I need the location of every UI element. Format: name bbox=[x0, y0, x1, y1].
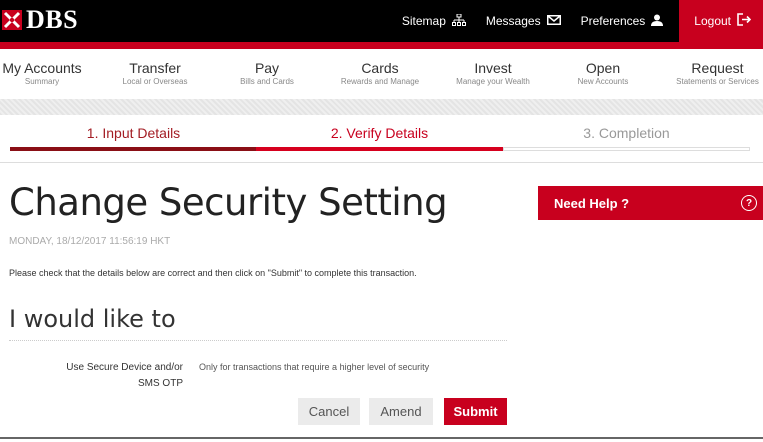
sitemap-link[interactable]: Sitemap bbox=[392, 0, 476, 42]
nav-item-invest[interactable]: Invest Manage your Wealth bbox=[452, 49, 534, 99]
step-bar bbox=[10, 147, 257, 151]
nav-item-request[interactable]: Request Statements or Services bbox=[672, 49, 763, 99]
nav-subtitle: Local or Overseas bbox=[122, 77, 188, 86]
nav-subtitle: Statements or Services bbox=[676, 77, 759, 86]
logout-label: Logout bbox=[694, 14, 731, 28]
instruction-text: Please check that the details below are … bbox=[9, 268, 417, 278]
nav-title: Open bbox=[585, 60, 621, 76]
nav-title: Cards bbox=[361, 60, 399, 76]
main-nav: My Accounts Summary Transfer Local or Ov… bbox=[0, 49, 763, 99]
nav-title: Transfer bbox=[129, 60, 181, 76]
nav-subtitle: New Accounts bbox=[577, 77, 629, 86]
question-circle-icon: ? bbox=[741, 195, 757, 211]
step-label: 1. Input Details bbox=[86, 125, 181, 141]
dbs-logo-mark-icon bbox=[2, 10, 22, 30]
nav-item-cards[interactable]: Cards Rewards and Manage bbox=[308, 49, 452, 99]
step-label: 3. Completion bbox=[583, 125, 670, 141]
step-verify-details: 2. Verify Details bbox=[256, 118, 503, 154]
nav-title: Pay bbox=[254, 60, 280, 76]
nav-title: My Accounts bbox=[2, 60, 82, 76]
footer-divider bbox=[0, 437, 763, 439]
progress-steps: 1. Input Details 2. Verify Details 3. Co… bbox=[10, 118, 750, 154]
page-title: Change Security Setting bbox=[9, 181, 448, 224]
nav-item-pay[interactable]: Pay Bills and Cards bbox=[226, 49, 308, 99]
nav-item-transfer[interactable]: Transfer Local or Overseas bbox=[84, 49, 226, 99]
messages-link[interactable]: Messages bbox=[476, 0, 571, 42]
decorative-stripe bbox=[0, 99, 763, 115]
need-help-label: Need Help ? bbox=[554, 195, 630, 211]
step-input-details: 1. Input Details bbox=[10, 118, 257, 154]
submit-button[interactable]: Submit bbox=[444, 398, 507, 425]
dbs-logo[interactable]: DBS bbox=[0, 5, 79, 34]
field-label: Use Secure Device and/or SMS OTP bbox=[66, 362, 183, 389]
section-divider bbox=[9, 340, 507, 341]
amend-button[interactable]: Amend bbox=[369, 398, 433, 425]
user-icon bbox=[651, 14, 664, 29]
logout-icon bbox=[737, 13, 752, 29]
preferences-link[interactable]: Preferences bbox=[571, 0, 674, 42]
step-label: 2. Verify Details bbox=[330, 125, 429, 141]
nav-subtitle: Bills and Cards bbox=[240, 77, 294, 86]
cancel-button[interactable]: Cancel bbox=[298, 398, 360, 425]
nav-subtitle: Rewards and Manage bbox=[340, 77, 420, 86]
logo-text: DBS bbox=[26, 5, 79, 34]
sitemap-icon bbox=[451, 13, 466, 29]
nav-subtitle: Manage your Wealth bbox=[456, 77, 530, 86]
step-bar bbox=[256, 147, 503, 151]
timestamp: MONDAY, 18/12/2017 11:56:19 HKT bbox=[9, 236, 171, 247]
preferences-label: Preferences bbox=[580, 14, 646, 28]
header-accent-bar bbox=[0, 42, 763, 49]
sitemap-label: Sitemap bbox=[401, 14, 446, 28]
nav-title: Request bbox=[691, 60, 744, 76]
messages-label: Messages bbox=[485, 14, 541, 28]
step-completion: 3. Completion bbox=[503, 118, 750, 154]
step-bar bbox=[503, 147, 750, 151]
nav-title: Invest bbox=[474, 60, 512, 76]
top-bar: DBS Sitemap Messages Preferences Logout bbox=[0, 0, 763, 42]
nav-item-open[interactable]: Open New Accounts bbox=[534, 49, 672, 99]
logout-button[interactable]: Logout bbox=[679, 0, 763, 42]
divider bbox=[0, 162, 763, 163]
envelope-icon bbox=[546, 14, 561, 28]
nav-subtitle: Summary bbox=[24, 77, 60, 86]
field-value: Only for transactions that require a hig… bbox=[199, 362, 430, 372]
need-help-button[interactable]: Need Help ? ? bbox=[538, 186, 763, 220]
utility-links: Sitemap Messages Preferences Logout bbox=[392, 0, 763, 42]
nav-item-my-accounts[interactable]: My Accounts Summary bbox=[0, 49, 84, 99]
section-title: I would like to bbox=[9, 305, 176, 333]
